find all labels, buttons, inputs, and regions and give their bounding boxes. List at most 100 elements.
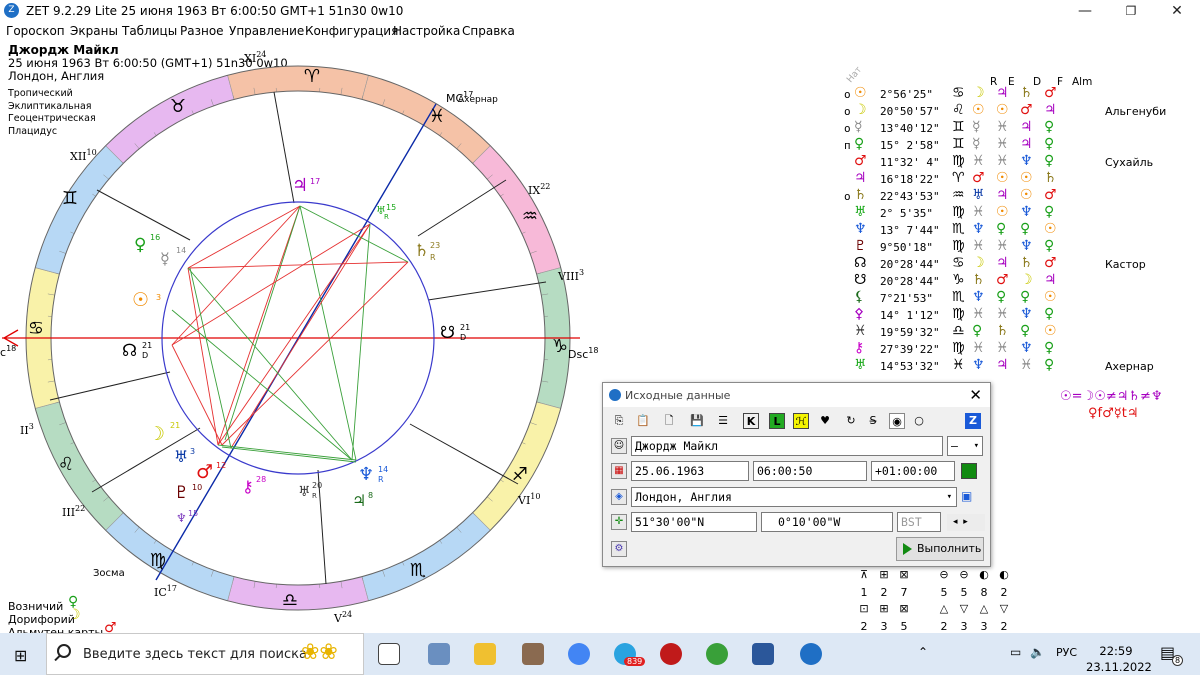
menu-screens[interactable]: Экраны	[70, 24, 118, 38]
z-button[interactable]: Z	[965, 413, 981, 429]
gear-icon[interactable]: ⚙	[611, 541, 627, 557]
list-icon[interactable]: ☰	[715, 413, 731, 429]
aspect-count: 8	[980, 586, 988, 599]
aspect-icon: ⊠	[899, 568, 909, 581]
word-icon[interactable]	[752, 643, 774, 665]
svg-text:☽: ☽	[148, 423, 165, 445]
svg-text:14: 14	[176, 246, 186, 255]
svg-text:20: 20	[312, 481, 322, 490]
menu-misc[interactable]: Разное	[180, 24, 224, 38]
svg-text:21: 21	[170, 421, 180, 430]
name-field[interactable]: Джордж Майкл	[631, 436, 943, 456]
table-row[interactable]: o ☽ 20°50'57" ♌ ☉ ☉ ♂ ♃ Альгенуби	[840, 102, 1180, 120]
menu-help[interactable]: Справка	[462, 24, 515, 38]
date-field[interactable]: 25.06.1963	[631, 461, 749, 481]
battery-icon[interactable]: ▭	[1010, 645, 1021, 659]
copy-icon[interactable]: ⎘	[611, 413, 627, 429]
app-icon-2[interactable]	[522, 643, 544, 665]
aspect-icon: ⊞	[879, 602, 889, 615]
longitude-field[interactable]: 0°10'00"W	[761, 512, 893, 532]
table-row[interactable]: п ♀ 15° 2'58" ♊ ☿ ♓ ♃ ♀	[840, 136, 1180, 154]
radio-a-icon[interactable]: ◉	[889, 413, 905, 429]
dst-field[interactable]: BST	[897, 512, 941, 532]
zet-icon[interactable]	[800, 643, 822, 665]
table-row[interactable]: ☊ 20°28'44" ♋ ☽ ♃ ♄ ♂ Кастор	[840, 255, 1180, 273]
planet-south-node[interactable]: ☋ 21D	[440, 323, 470, 343]
paste-icon[interactable]: 📋	[635, 413, 651, 429]
table-row[interactable]: ♃ 16°18'22" ♈ ♂ ☉ ☉ ♄	[840, 170, 1180, 188]
opera-icon[interactable]	[660, 643, 682, 665]
network-app-icon[interactable]	[428, 643, 450, 665]
strike-icon[interactable]: S̶	[865, 413, 881, 429]
swirl-icon[interactable]: ↻	[843, 413, 859, 429]
title-bar: Z ZET 9.2.29 Lite 25 июня 1963 Вт 6:00:5…	[0, 0, 1200, 22]
radio-b-icon[interactable]: ○	[911, 413, 927, 429]
time-field[interactable]: 06:00:50	[753, 461, 867, 481]
chrome-icon[interactable]	[568, 643, 590, 665]
close-button[interactable]: ✕	[1154, 0, 1200, 22]
table-row[interactable]: ♇ 9°50'18" ♍ ♓ ♓ ♆ ♀	[840, 238, 1180, 256]
save-icon[interactable]: 💾	[689, 413, 705, 429]
taskbar-search[interactable]: Введите здесь текст для поиска ❀❀	[46, 633, 364, 675]
table-row[interactable]: ⚴ 14° 1'12" ♍ ♓ ♓ ♆ ♀	[840, 306, 1180, 324]
run-button[interactable]: Выполнить	[896, 537, 984, 561]
clock-date: 23.11.2022	[1086, 660, 1152, 674]
language-indicator[interactable]: РУС	[1056, 646, 1077, 659]
ruler-doryphory-label: Дорифорий	[8, 613, 75, 626]
menu-configuration[interactable]: Конфигурация	[305, 24, 398, 38]
menu-horoscope[interactable]: Гороскоп	[6, 24, 65, 38]
gender-select[interactable]: — ▾	[947, 436, 983, 456]
dignity-icon: ♄	[996, 323, 1009, 339]
file-explorer-icon[interactable]	[474, 643, 496, 665]
table-row[interactable]: o ♄ 22°43'53" ♒ ♅ ♃ ☉ ♂	[840, 187, 1180, 205]
tray-chevron-icon[interactable]: ⌃	[918, 645, 928, 659]
green-square-icon[interactable]	[961, 463, 977, 479]
h-button[interactable]: ℋ	[793, 413, 809, 429]
dst-spinner[interactable]: ◂ ▸	[947, 514, 985, 531]
dignity-icon: ♓	[972, 340, 985, 356]
table-row[interactable]: ♆ 13° 7'44" ♏ ♆ ♀ ♀ ☉	[840, 221, 1180, 239]
table-row[interactable]: ♅ 14°53'32" ♓ ♆ ♃ ♓ ♀ Ахернар	[840, 357, 1180, 375]
row-degree: 2° 5'35"	[880, 207, 933, 220]
table-row[interactable]: o ☿ 13°40'12" ♊ ☿ ♓ ♃ ♀	[840, 119, 1180, 137]
row-marker: o	[844, 122, 851, 135]
dignity-icon: ♀	[996, 221, 1007, 237]
search-icon	[57, 644, 71, 658]
place-field[interactable]: Лондон, Англия ▾	[631, 487, 957, 507]
volume-icon[interactable]: 🔈	[1030, 645, 1045, 659]
dignity-icon: ♓	[996, 238, 1009, 254]
menu-tables[interactable]: Таблицы	[122, 24, 177, 38]
menu-settings[interactable]: Настройка	[393, 24, 460, 38]
timezone-field[interactable]: +01:00:00	[871, 461, 955, 481]
table-row[interactable]: ♅ 2° 5'35" ♍ ♓ ☉ ♆ ♀	[840, 204, 1180, 222]
menu-control[interactable]: Управление	[229, 24, 304, 38]
ic-label: IC17	[154, 584, 177, 599]
table-row[interactable]: ☋ 20°28'44" ♑ ♄ ♂ ☽ ♃	[840, 272, 1180, 290]
dignity-icon: ♀	[972, 323, 983, 339]
minimize-button[interactable]: —	[1062, 0, 1108, 22]
heart-icon[interactable]: ♥	[817, 413, 833, 429]
table-row[interactable]: ♓ 19°59'32" ♎ ♀ ♄ ♀ ☉	[840, 323, 1180, 341]
table-row[interactable]: ♂ 11°32' 4" ♍ ♓ ♓ ♆ ♀ Сухайль	[840, 153, 1180, 171]
planet-north-node[interactable]: ☊ 21D	[122, 341, 152, 361]
svg-text:♆: ♆	[176, 511, 187, 525]
table-row[interactable]: ⚷ 27°39'22" ♍ ♓ ♓ ♆ ♀	[840, 340, 1180, 358]
k-button[interactable]: K	[743, 413, 759, 429]
table-row[interactable]: ⚸ 7°21'53" ♏ ♆ ♀ ♀ ☉	[840, 289, 1180, 307]
dignity-icon: ♃	[1044, 102, 1057, 118]
maximize-button[interactable]: ❐	[1108, 0, 1154, 22]
dignity-icon: ♂	[1044, 187, 1057, 203]
task-view-icon[interactable]	[378, 643, 400, 665]
natal-wheel[interactable]: ♈ ♉ ♊ ♋ ♌ ♍ ♎ ♏ ♐ ♑ ♒ ♓ XI24 XII10 IX22 …	[0, 40, 600, 635]
table-row[interactable]: o ☉ 2°56'25" ♋ ☽ ♃ ♄ ♂	[840, 85, 1180, 103]
dialog-close-icon[interactable]: ✕	[969, 386, 982, 404]
utorrent-icon[interactable]	[706, 643, 728, 665]
dignity-icon: ♀	[1044, 136, 1055, 152]
taskbar-clock[interactable]: 22:59 23.11.2022	[1086, 643, 1152, 675]
dignity-icon: ♄	[1020, 85, 1033, 101]
l-button[interactable]: L	[769, 413, 785, 429]
latitude-field[interactable]: 51°30'00"N	[631, 512, 757, 532]
map-icon[interactable]: ▣	[961, 489, 972, 503]
windows-start-icon[interactable]: ⊞	[14, 646, 27, 665]
new-file-icon[interactable]: 🗋	[661, 413, 677, 429]
